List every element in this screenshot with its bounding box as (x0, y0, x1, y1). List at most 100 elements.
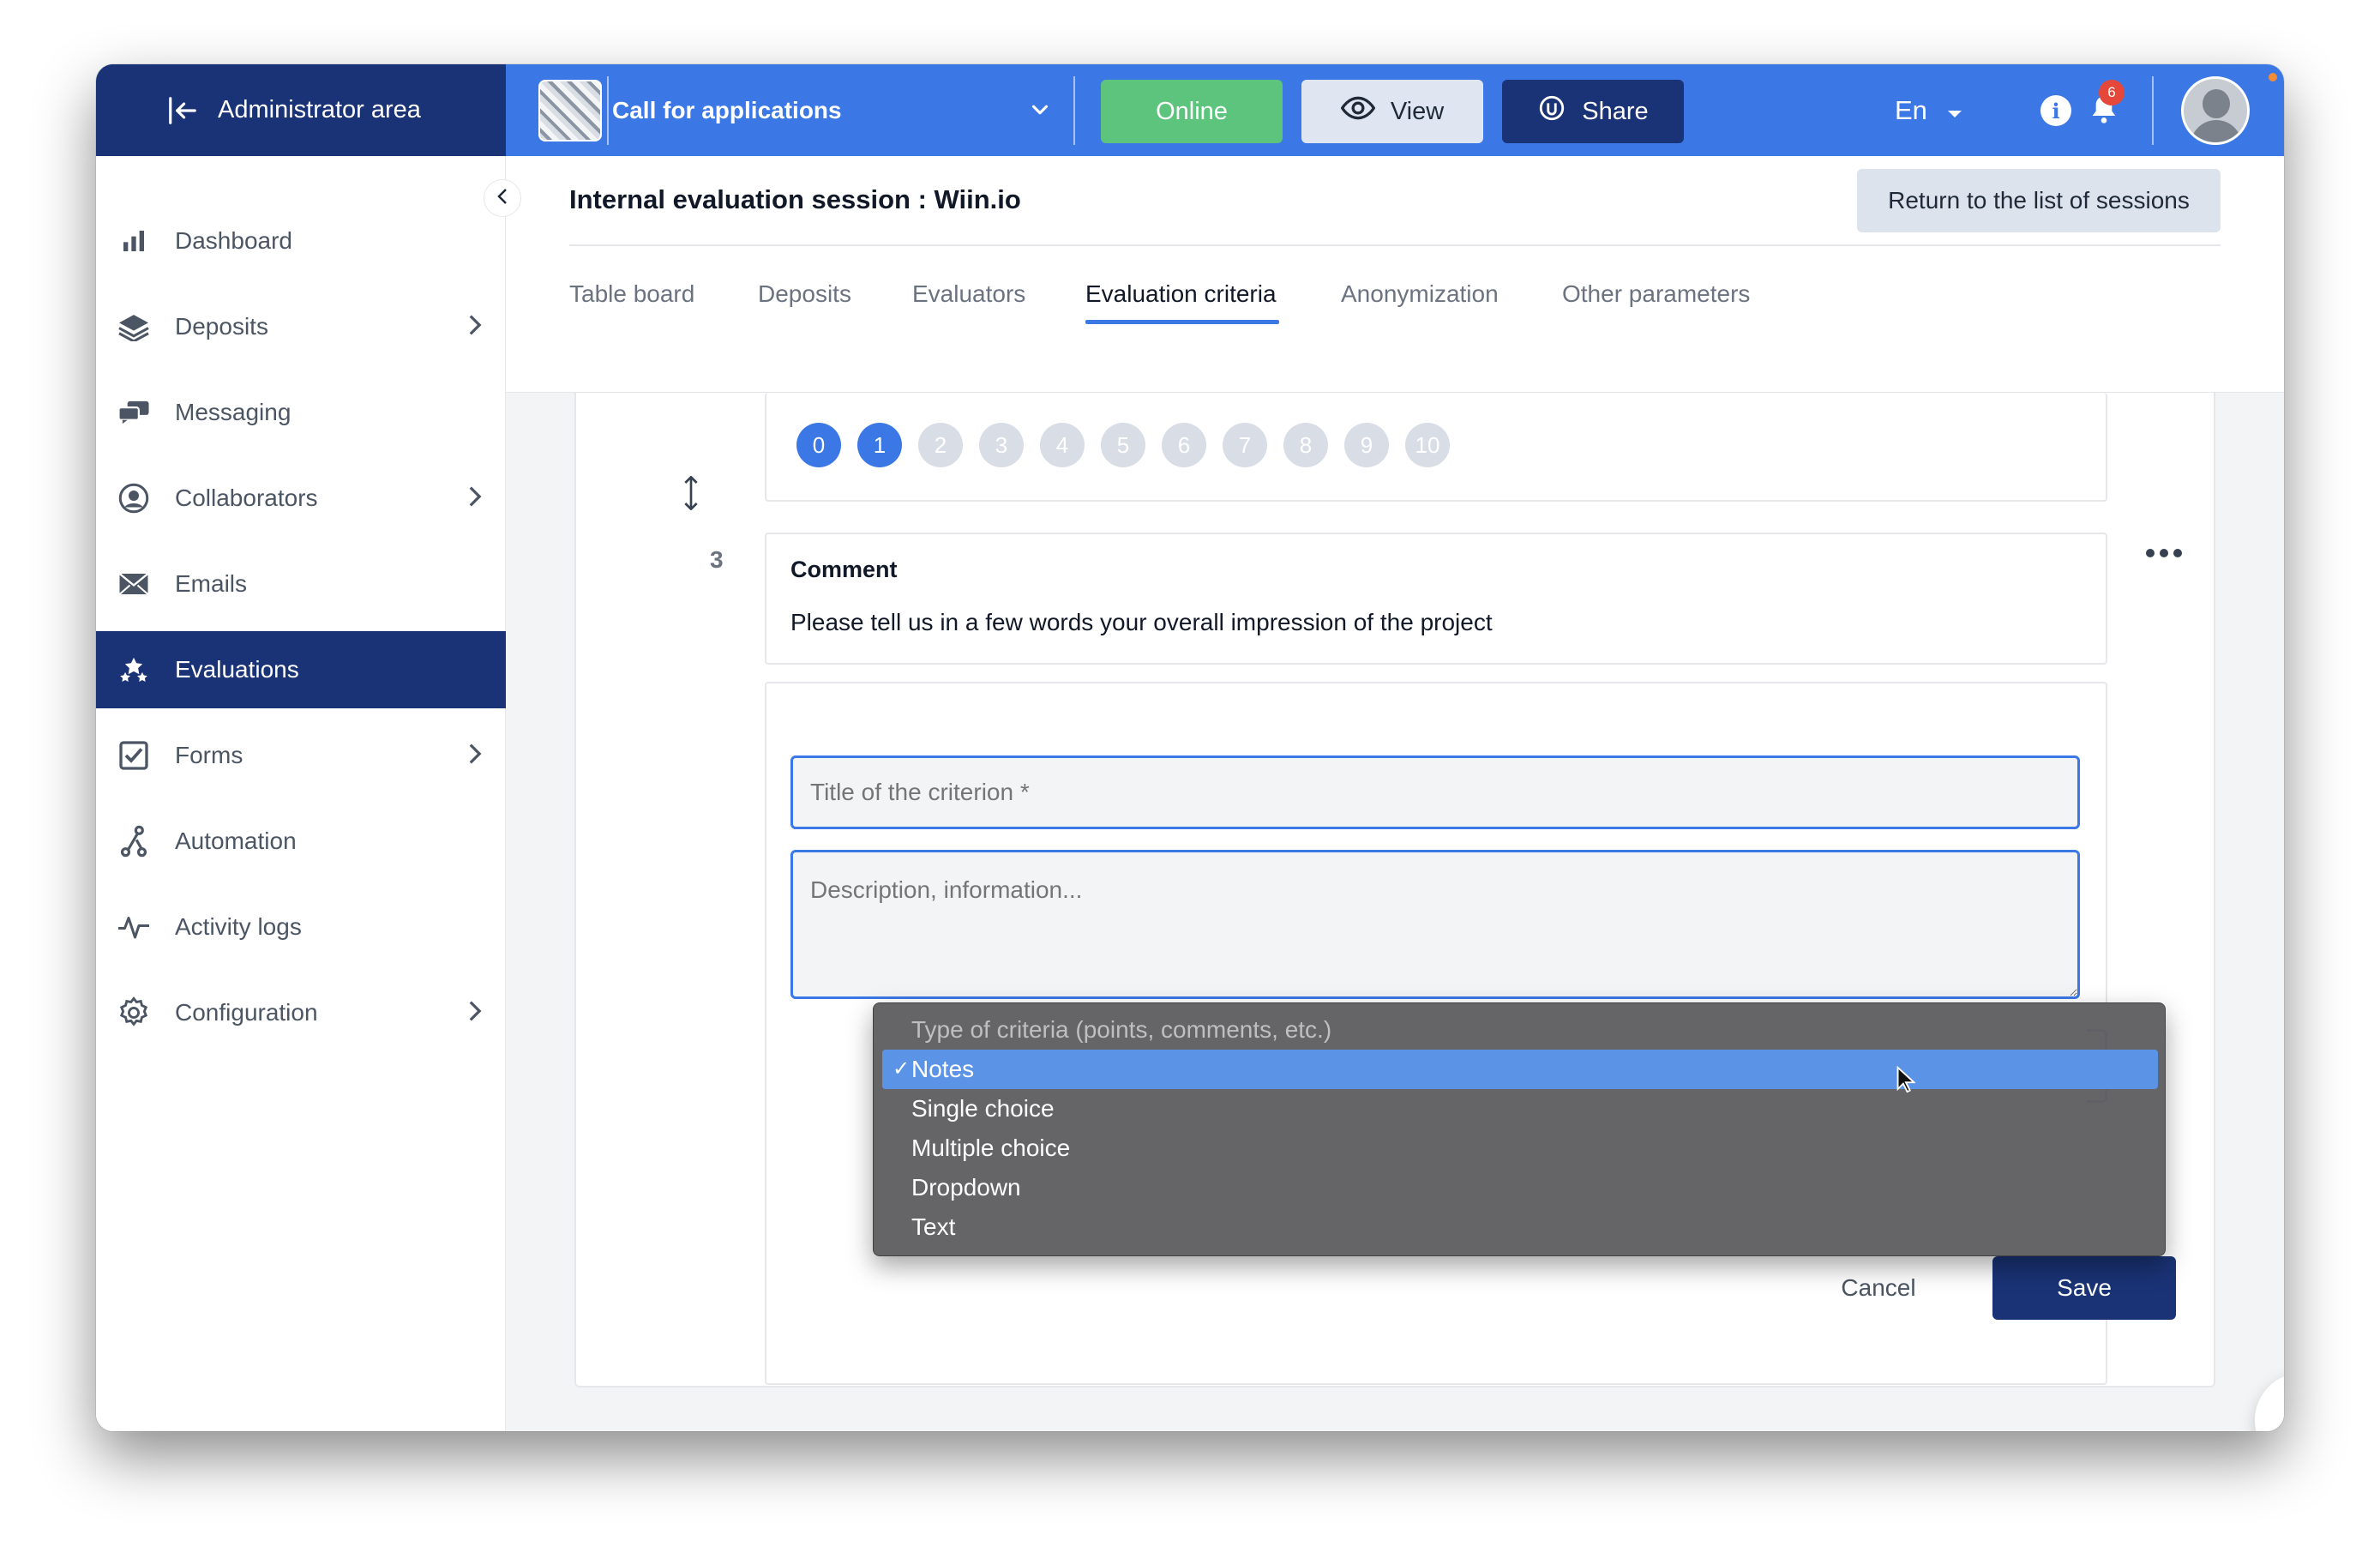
sidebar-item-label: Configuration (175, 999, 318, 1026)
criterion-description-input[interactable] (790, 850, 2080, 999)
chevron-down-icon[interactable] (1027, 97, 1053, 127)
sidebar-item-label: Deposits (175, 313, 268, 340)
return-to-sessions-button[interactable]: Return to the list of sessions (1857, 169, 2221, 232)
score-option[interactable]: 3 (979, 423, 1024, 467)
active-tab-indicator (1085, 320, 1279, 324)
tab-anonymization[interactable]: Anonymization (1341, 280, 1499, 308)
dropdown-option-text[interactable]: Text (874, 1207, 2167, 1247)
envelope-icon (117, 572, 151, 596)
chevron-right-icon (468, 314, 482, 342)
app-thumbnail (538, 80, 602, 141)
tab-evaluators[interactable]: Evaluators (912, 280, 1025, 308)
divider (569, 244, 2221, 246)
sidebar-item-messaging[interactable]: Messaging (96, 374, 506, 451)
app-title[interactable]: Call for applications (612, 64, 842, 156)
view-button[interactable]: View (1301, 80, 1483, 143)
option-label: Notes (911, 1056, 975, 1082)
sidebar-item-deposits[interactable]: Deposits (96, 288, 506, 365)
sidebar-item-label: Evaluations (175, 656, 299, 683)
more-options-icon[interactable] (2145, 547, 2183, 563)
sidebar-item-forms[interactable]: Forms (96, 717, 506, 794)
score-option[interactable]: 7 (1223, 423, 1267, 467)
sidebar-item-label: Dashboard (175, 227, 292, 254)
layers-icon (117, 312, 151, 341)
share-label: Share (1582, 97, 1649, 125)
sidebar-item-activity-logs[interactable]: Activity logs (96, 888, 506, 966)
dropdown-option-single-choice[interactable]: Single choice (874, 1089, 2167, 1129)
sidebar-item-label: Activity logs (175, 913, 302, 940)
sidebar-item-label: Emails (175, 570, 248, 597)
score-option[interactable]: 8 (1283, 423, 1328, 467)
divider (607, 76, 609, 145)
tab-table-board[interactable]: Table board (569, 280, 694, 308)
score-option[interactable]: 6 (1162, 423, 1206, 467)
criteria-type-dropdown: Type of criteria (points, comments, etc.… (873, 1002, 2166, 1256)
activity-icon (117, 914, 151, 940)
score-option[interactable]: 9 (1344, 423, 1389, 467)
sidebar-item-label: Forms (175, 742, 243, 768)
dropdown-placeholder: Type of criteria (points, comments, etc.… (911, 1016, 1332, 1043)
check-icon: ✓ (892, 1056, 911, 1080)
bar-chart-icon (117, 227, 151, 255)
sidebar-item-label: Messaging (175, 399, 291, 425)
avatar-head (2203, 89, 2230, 118)
checkbox-icon (117, 740, 151, 771)
divider (2152, 76, 2154, 145)
share-icon (1537, 93, 1566, 129)
sidebar: Dashboard Deposits Messaging Collaborato… (96, 156, 506, 1431)
criterion-number: 3 (710, 546, 724, 573)
sidebar-item-label: Collaborators (175, 485, 318, 511)
caret-down-icon (1946, 95, 1963, 126)
score-option[interactable]: 4 (1040, 423, 1085, 467)
score-option[interactable]: 0 (796, 423, 841, 467)
sidebar-item-configuration[interactable]: Configuration (96, 974, 506, 1051)
score-option[interactable]: 5 (1101, 423, 1145, 467)
criterion-description: Please tell us in a few words your overa… (790, 609, 1493, 635)
score-option[interactable]: 1 (857, 423, 902, 467)
score-option[interactable]: 2 (918, 423, 963, 467)
drag-handle-icon[interactable] (684, 475, 698, 515)
divider (1073, 76, 1075, 145)
dropdown-option-multiple-choice[interactable]: Multiple choice (874, 1129, 2167, 1168)
chevron-right-icon (468, 1000, 482, 1028)
avatar[interactable] (2181, 76, 2250, 145)
user-circle-icon (117, 483, 151, 514)
score-option[interactable]: 10 (1405, 423, 1450, 467)
administrator-area-label: Administrator area (218, 96, 421, 123)
tab-other-parameters[interactable]: Other parameters (1562, 280, 1750, 308)
top-bar: Administrator area Call for applications… (96, 64, 2284, 156)
administrator-area-link[interactable]: Administrator area (96, 64, 506, 156)
dropdown-option-dropdown[interactable]: Dropdown (874, 1168, 2167, 1207)
chat-icon (117, 400, 151, 425)
criterion-title-input[interactable] (790, 755, 2080, 829)
mouse-pointer-icon (1896, 1065, 1916, 1098)
share-button[interactable]: Share (1502, 80, 1684, 143)
view-label: View (1390, 97, 1445, 125)
help-chat-button[interactable]: ✌ (2255, 1373, 2284, 1431)
language-label: En (1895, 94, 1927, 125)
language-select[interactable]: En (1895, 64, 1963, 156)
notification-badge: 6 (2099, 80, 2125, 105)
sidebar-item-collaborators[interactable]: Collaborators (96, 460, 506, 537)
sidebar-item-dashboard[interactable]: Dashboard (96, 202, 506, 280)
sidebar-item-evaluations[interactable]: Evaluations (96, 631, 506, 708)
chevron-left-icon (496, 188, 508, 209)
cancel-button[interactable]: Cancel (1833, 1256, 1924, 1320)
automation-icon (117, 825, 151, 858)
sidebar-item-automation[interactable]: Automation (96, 803, 506, 880)
info-icon[interactable]: i (2040, 95, 2071, 126)
tab-evaluation-criteria[interactable]: Evaluation criteria (1085, 280, 1277, 308)
sidebar-item-emails[interactable]: Emails (96, 545, 506, 623)
eye-icon (1340, 96, 1376, 127)
dropdown-option-notes[interactable]: ✓ Notes (882, 1050, 2158, 1089)
criterion-card (765, 533, 2107, 665)
chevron-right-icon (468, 485, 482, 514)
sidebar-item-label: Automation (175, 828, 297, 854)
online-button[interactable]: Online (1101, 80, 1283, 143)
stars-icon (117, 656, 151, 683)
status-dot (2269, 73, 2277, 81)
tab-deposits[interactable]: Deposits (758, 280, 851, 308)
save-button[interactable]: Save (1992, 1256, 2176, 1320)
chevron-right-icon (468, 743, 482, 771)
collapse-sidebar-button[interactable] (484, 179, 521, 217)
